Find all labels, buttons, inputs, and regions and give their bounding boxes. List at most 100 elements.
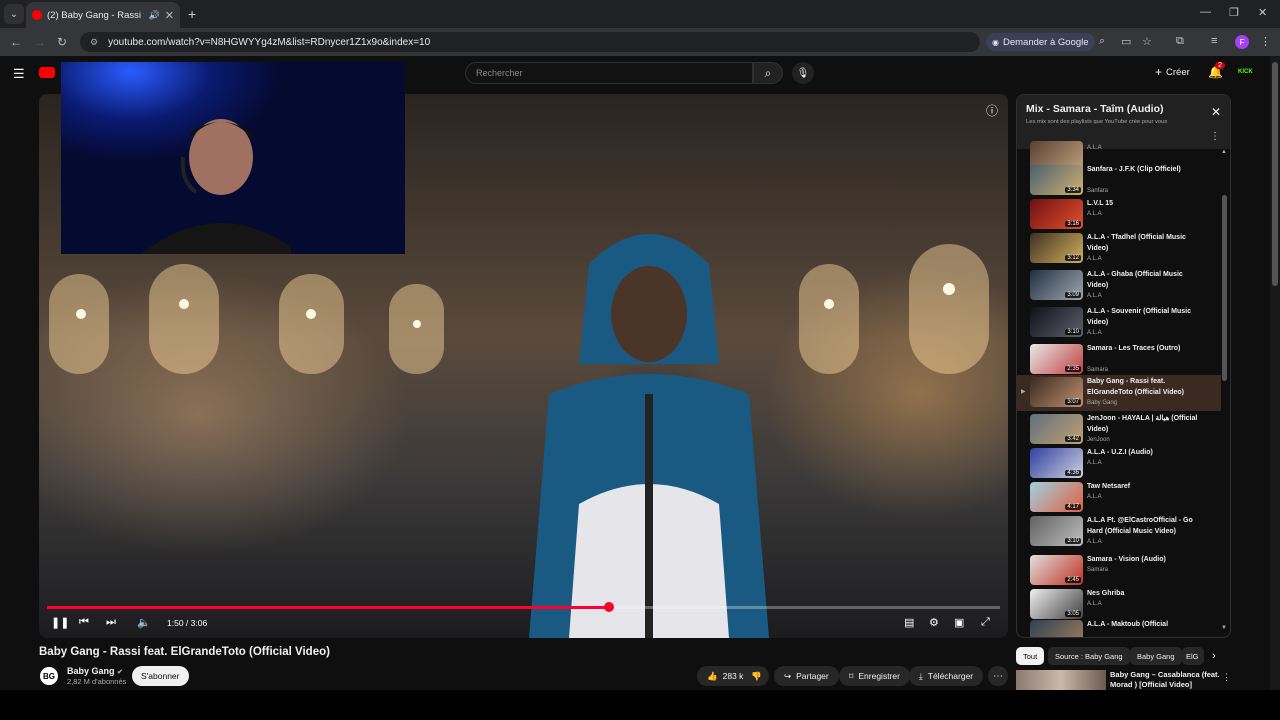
playlist-thumbnail[interactable]: 3:07	[1030, 377, 1083, 407]
playlist-item-title: A.L.A - Souvenir (Official Music Video)	[1087, 308, 1191, 326]
playlist-title[interactable]: Mix - Samara - Taîm (Audio)	[1026, 103, 1164, 115]
search-button[interactable]: ⌕	[753, 62, 783, 84]
playlist-item[interactable]: A.L.A - Maktoub (Official	[1017, 618, 1221, 637]
playlist-item-channel: A.L.A	[1087, 293, 1102, 299]
media-controls-icon[interactable]: ≡	[1211, 35, 1217, 47]
bookmark-star-icon[interactable]: ☆	[1142, 35, 1152, 48]
duration-badge: 3:16	[1065, 221, 1081, 227]
forward-icon[interactable]: →	[34, 35, 46, 49]
volume-icon[interactable]: 🔈	[137, 616, 151, 629]
recommended-title[interactable]: Baby Gang – Casablanca (feat. Morad ) [O…	[1110, 670, 1220, 690]
playlist-thumbnail[interactable]	[1030, 620, 1083, 637]
youtube-logo[interactable]	[39, 67, 55, 78]
browser-tab[interactable]: (2) Baby Gang - Rassi feat. ElGrandeToto…	[26, 2, 180, 28]
playlist-thumbnail[interactable]: 3:09	[1030, 270, 1083, 300]
speaker-icon[interactable]: 🔊	[149, 10, 160, 21]
playlist-thumbnail[interactable]: 3:12	[1030, 233, 1083, 263]
kick-extension-icon[interactable]: KICK	[1238, 69, 1253, 75]
subtitles-icon[interactable]: ▤	[904, 616, 914, 629]
playlist-thumbnail[interactable]: 3:05	[1030, 589, 1083, 619]
next-icon[interactable]: ⏭	[106, 616, 116, 629]
playlist-thumbnail[interactable]: 3:10	[1030, 516, 1083, 546]
create-button[interactable]: + Créer	[1155, 65, 1190, 79]
playlist-item[interactable]: 2:45 Samara - Vision (Audio) Samara	[1017, 553, 1221, 589]
extensions-icon[interactable]: ⧉	[1176, 35, 1184, 48]
chip-all[interactable]: Tout	[1016, 647, 1045, 665]
miniplayer-icon[interactable]: ▣	[954, 616, 964, 629]
recommended-thumbnail[interactable]	[1016, 670, 1106, 690]
playlist-item[interactable]: 3:10 A.L.A - Souvenir (Official Music Vid…	[1017, 305, 1221, 341]
pause-icon[interactable]: ❚❚	[51, 616, 69, 629]
playlist-scrollbar[interactable]: ▲ ▼	[1221, 149, 1227, 637]
playlist-item-channel: A.L.A	[1087, 601, 1102, 607]
reload-icon[interactable]: ↻	[57, 35, 67, 49]
playlist-item[interactable]: 3:12 A.L.A - Tfadhel (Official Music Vide…	[1017, 231, 1221, 267]
chip-more[interactable]: ElG	[1182, 647, 1204, 665]
address-bar[interactable]: ⚙ youtube.com/watch?v=N8HGWYYg4zM&list=R…	[80, 32, 980, 52]
playlist-item[interactable]: 3:42 JenJoon - HAYALA | هيالة (Official V…	[1017, 412, 1221, 448]
channel-avatar[interactable]: BG	[40, 667, 58, 685]
chrome-menu-icon[interactable]: ⋮	[1260, 35, 1271, 48]
scroll-up-icon[interactable]: ▲	[1221, 149, 1227, 155]
playlist-item[interactable]: 4:17 Taw Netsaref A.L.A	[1017, 480, 1221, 516]
playlist-item[interactable]: 2:35 Samara - Les Traces (Outro) Samara	[1017, 342, 1221, 378]
chip-channel[interactable]: Baby Gang	[1130, 647, 1182, 665]
previous-icon[interactable]: ⏮	[79, 616, 89, 629]
download-label: Télécharger	[927, 671, 974, 681]
playlist-thumbnail[interactable]: 3:42	[1030, 414, 1083, 444]
fullscreen-icon[interactable]: ⤢	[981, 616, 990, 629]
site-info-icon[interactable]: ⚙	[90, 37, 98, 48]
minimize-icon[interactable]: —	[1200, 6, 1211, 18]
download-button[interactable]: ⤓ Télécharger	[909, 666, 984, 686]
more-actions-button[interactable]: ⋯	[988, 666, 1008, 686]
playlist-thumbnail[interactable]: 4:17	[1030, 482, 1083, 512]
search-input[interactable]: Rechercher	[465, 62, 753, 84]
playlist-item[interactable]: 4:36 A.L.A - U.Z.I (Audio) A.L.A	[1017, 446, 1221, 482]
hamburger-menu-icon[interactable]: ☰	[13, 66, 25, 82]
back-icon[interactable]: ←	[10, 35, 22, 49]
channel-name[interactable]: Baby Gang ✔	[67, 666, 123, 676]
playlist-item[interactable]: ▶ 3:07 Baby Gang - Rassi feat. ElGrandeTot…	[1017, 375, 1221, 411]
share-button[interactable]: ↪ Partager	[774, 666, 839, 686]
restore-icon[interactable]: ❐	[1229, 6, 1239, 19]
ask-google-button[interactable]: ◉ Demander à Google	[986, 33, 1095, 51]
save-button[interactable]: ⌑ Enregistrer	[839, 666, 910, 686]
subscribe-button[interactable]: S'abonner	[132, 666, 189, 686]
like-button[interactable]: 👍 283 k	[697, 666, 750, 686]
tab-search-button[interactable]: ⌄	[4, 4, 24, 24]
voice-search-button[interactable]: 🎙	[792, 62, 814, 84]
playlist-thumbnail[interactable]: 2:35	[1030, 344, 1083, 374]
recommended-menu-icon[interactable]: ⋮	[1222, 672, 1231, 683]
playlist-thumbnail[interactable]: 2:45	[1030, 555, 1083, 585]
dislike-button[interactable]: 👎	[744, 666, 769, 686]
playlist-scrollbar-thumb[interactable]	[1222, 195, 1227, 381]
progress-bar[interactable]	[47, 602, 1000, 612]
playlist-thumbnail[interactable]: 3:10	[1030, 307, 1083, 337]
playlist-item[interactable]: 3:34 Sanfara - J.F.K (Clip Officiel) Sanfa…	[1017, 163, 1221, 199]
close-icon[interactable]: ✕	[1211, 105, 1221, 119]
chevron-right-icon[interactable]: ›	[1212, 650, 1216, 662]
settings-gear-icon[interactable]: ⚙	[929, 616, 939, 629]
playlist-item[interactable]: 3:10 A.L.A Ft. @ElCastroOfficial - Go Har…	[1017, 514, 1221, 550]
page-scrollbar[interactable]	[1270, 56, 1280, 690]
ask-google-label: Demander à Google	[1002, 36, 1089, 48]
playlist-item[interactable]: 3:09 A.L.A - Ghaba (Official Music Video)…	[1017, 268, 1221, 304]
chip-source[interactable]: Source : Baby Gang	[1048, 647, 1130, 665]
close-window-icon[interactable]: ✕	[1258, 6, 1267, 19]
playlist-item[interactable]: 3:16 L.V.L 15 A.L.A	[1017, 197, 1221, 233]
playlist-thumbnail[interactable]: 4:36	[1030, 448, 1083, 478]
playlist-thumbnail[interactable]: 3:34	[1030, 165, 1083, 195]
new-tab-button[interactable]: +	[188, 6, 196, 22]
scroll-down-icon[interactable]: ▼	[1221, 625, 1227, 631]
playlist-thumbnail[interactable]: 3:16	[1030, 199, 1083, 229]
browser-toolbar: ← → ↻ ⚙ youtube.com/watch?v=N8HGWYYg4zM&…	[0, 28, 1280, 56]
zoom-icon[interactable]: ⌕	[1099, 35, 1105, 48]
page-scrollbar-thumb[interactable]	[1272, 62, 1278, 286]
search-icon: ⌕	[764, 65, 772, 80]
playlist-item-channel: Baby Gang	[1087, 400, 1118, 406]
profile-avatar[interactable]: F	[1235, 35, 1249, 49]
close-tab-icon[interactable]: ✕	[165, 9, 174, 22]
info-icon[interactable]: ⓘ	[986, 102, 998, 119]
recommended-video[interactable]: Baby Gang – Casablanca (feat. Morad ) [O…	[1016, 670, 1231, 690]
cast-icon[interactable]: ▭	[1121, 35, 1131, 48]
